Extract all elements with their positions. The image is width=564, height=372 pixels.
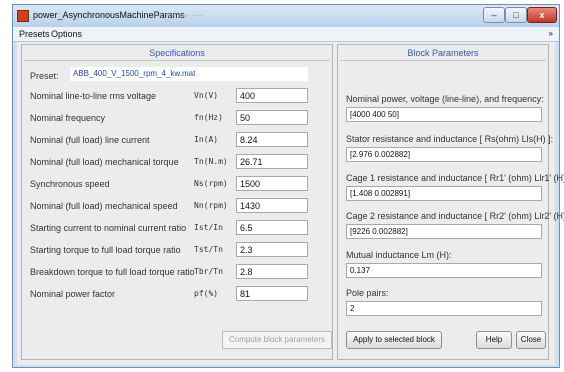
param-label: Synchronous speed (30, 179, 110, 189)
param-row-power-factor: Nominal power factor pf(%) 81 (22, 286, 332, 302)
block-parameters-title: Block Parameters (407, 48, 479, 58)
param-row-voltage: Nominal line-to-line rms voltage Vn(V) 4… (22, 88, 332, 104)
app-window: power_AsynchronousMachineParams — — — — … (12, 4, 564, 368)
mutual-inductance-input[interactable]: 0.137 (346, 263, 542, 278)
param-symbol: Ist/In (194, 223, 223, 232)
matlab-app-icon (17, 10, 29, 22)
param-symbol: Tbr/Tn (194, 267, 223, 276)
close-button[interactable]: Close (516, 331, 546, 349)
mutual-inductance-label: Mutual inductance Lm (H): (346, 250, 452, 260)
param-row-current: Nominal (full load) line current In(A) 8… (22, 132, 332, 148)
maximize-button[interactable]: □ (505, 7, 527, 23)
specifications-panel: Specifications Preset: ABB_400_V_1500_rp… (21, 44, 333, 360)
help-button[interactable]: Help (476, 331, 512, 349)
param-row-torque: Nominal (full load) mechanical torque Tn… (22, 154, 332, 170)
param-label: Nominal frequency (30, 113, 106, 123)
specifications-title: Specifications (149, 48, 205, 58)
param-label: Starting torque to full load torque rati… (30, 245, 181, 255)
menu-bar: Presets Options » (13, 27, 559, 42)
minimize-button[interactable]: – (483, 7, 505, 23)
breakdown-torque-ratio-input[interactable]: 2.8 (236, 264, 308, 279)
mech-speed-input[interactable]: 1430 (236, 198, 308, 213)
pole-pairs-label: Pole pairs: (346, 288, 389, 298)
panel-divider (340, 60, 546, 61)
param-label: Nominal (full load) mechanical speed (30, 201, 178, 211)
start-torque-ratio-input[interactable]: 2.3 (236, 242, 308, 257)
param-row-frequency: Nominal frequency fn(Hz) 50 (22, 110, 332, 126)
param-row-start-current: Starting current to nominal current rati… (22, 220, 332, 236)
title-bar[interactable]: power_AsynchronousMachineParams — — — — … (13, 5, 559, 27)
voltage-input[interactable]: 400 (236, 88, 308, 103)
param-row-breakdown-torque: Breakdown torque to full load torque rat… (22, 264, 332, 280)
cage2-label: Cage 2 resistance and inductance [ Rr2' … (346, 211, 564, 221)
stator-label: Stator resistance and inductance [ Rs(oh… (346, 134, 554, 144)
start-current-ratio-input[interactable]: 6.5 (236, 220, 308, 235)
close-window-button[interactable]: x (527, 7, 557, 23)
torque-input[interactable]: 26.71 (236, 154, 308, 169)
param-label: Nominal (full load) line current (30, 135, 150, 145)
cage1-input[interactable]: [1.408 0.002891] (346, 186, 542, 201)
cage2-input[interactable]: [9226 0.002882] (346, 224, 542, 239)
menu-overflow-icon[interactable]: » (549, 29, 553, 38)
param-label: Nominal line-to-line rms voltage (30, 91, 157, 101)
power-factor-input[interactable]: 81 (236, 286, 308, 301)
param-label: Breakdown torque to full load torque rat… (30, 267, 195, 277)
nominal-params-label: Nominal power, voltage (line-line), and … (346, 94, 544, 104)
menu-presets[interactable]: Presets (19, 29, 50, 39)
title-ghost-text: — — — — (153, 10, 204, 20)
preset-label: Preset: (30, 71, 59, 81)
param-symbol: Ns(rpm) (194, 179, 228, 188)
param-label: Nominal power factor (30, 289, 116, 299)
preset-file-field[interactable]: ABB_400_V_1500_rpm_4_kw.mat (70, 67, 308, 81)
param-row-mech-speed: Nominal (full load) mechanical speed Nn(… (22, 198, 332, 214)
param-label: Nominal (full load) mechanical torque (30, 157, 179, 167)
compute-block-parameters-button[interactable]: Compute block parameters (222, 331, 332, 349)
param-symbol: Vn(V) (194, 91, 219, 100)
sync-speed-input[interactable]: 1500 (236, 176, 308, 191)
param-label: Starting current to nominal current rati… (30, 223, 187, 233)
stator-input[interactable]: [2.976 0.002882] (346, 147, 542, 162)
current-input[interactable]: 8.24 (236, 132, 308, 147)
menu-options[interactable]: Options (51, 29, 82, 39)
param-symbol: Tst/Tn (194, 245, 223, 254)
param-symbol: In(A) (194, 135, 219, 144)
pole-pairs-input[interactable]: 2 (346, 301, 542, 316)
param-row-sync-speed: Synchronous speed Ns(rpm) 1500 (22, 176, 332, 192)
nominal-params-input[interactable]: [4000 400 50] (346, 107, 542, 122)
param-row-start-torque: Starting torque to full load torque rati… (22, 242, 332, 258)
param-symbol: fn(Hz) (194, 113, 223, 122)
frequency-input[interactable]: 50 (236, 110, 308, 125)
param-symbol: Tn(N.m) (194, 157, 228, 166)
block-parameters-panel: Block Parameters Nominal power, voltage … (337, 44, 564, 360)
apply-to-selected-block-button[interactable]: Apply to selected block (346, 331, 442, 349)
panel-divider (24, 60, 330, 61)
param-symbol: Nn(rpm) (194, 201, 228, 210)
cage1-label: Cage 1 resistance and inductance [ Rr1' … (346, 173, 564, 183)
dialog-content: Specifications Preset: ABB_400_V_1500_rp… (17, 42, 564, 365)
param-symbol: pf(%) (194, 289, 219, 298)
